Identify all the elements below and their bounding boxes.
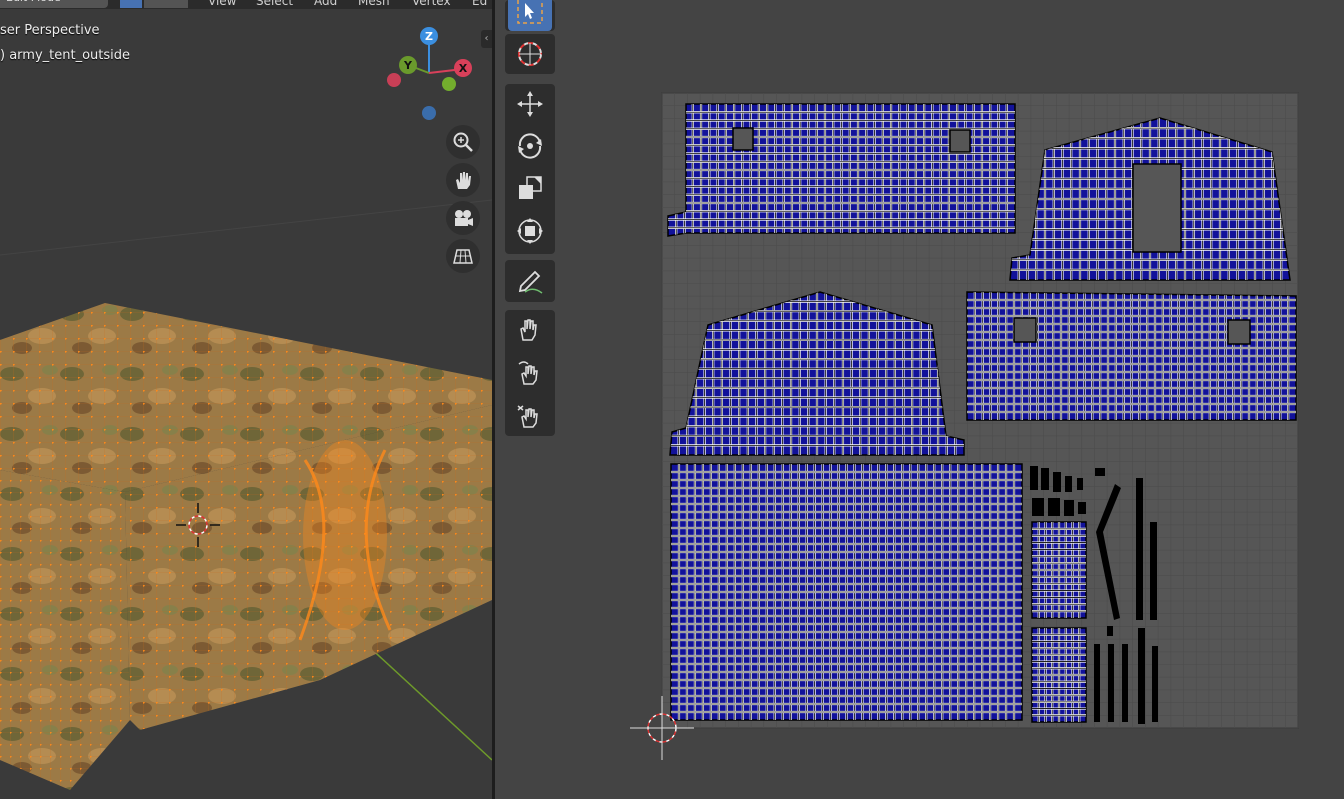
uv-canvas[interactable] [495,0,1344,799]
uv-strip[interactable] [1078,502,1086,514]
uv-strip[interactable] [1094,644,1100,722]
tent-mesh-scene[interactable]: Z Y X [0,0,492,799]
relax-icon[interactable] [505,353,555,393]
navigation-gizmo: Z Y X [387,27,472,120]
menu-view[interactable]: View [208,0,236,8]
uv-strip[interactable] [1152,646,1158,722]
uv-strip[interactable] [1136,478,1143,620]
viewport-header: Edit Mode View Select Add Mesh Vertex Ed [0,0,492,9]
uv-hole[interactable] [732,127,754,151]
uv-hole[interactable] [1227,319,1251,345]
uv-hole[interactable] [1013,317,1037,343]
edge-select-button[interactable] [144,0,166,8]
object-name-label: ) army_tent_outside [0,48,130,63]
uv-strip[interactable] [1053,472,1061,492]
grab-icon[interactable] [505,310,555,350]
uv-strip[interactable] [1077,478,1083,490]
3d-viewport[interactable]: Z Y X Edit Mode View Select Add Mesh Ver… [0,0,492,799]
menu-add[interactable]: Add [314,0,337,8]
zoom-icon[interactable] [446,125,480,159]
transform-icon[interactable] [505,211,555,251]
uv-strip[interactable] [1122,644,1128,722]
uv-editor[interactable] [495,0,1344,799]
uv-strip[interactable] [1150,522,1157,620]
uv-strip[interactable] [1095,468,1105,476]
menu-edge[interactable]: Ed [472,0,487,8]
uv-strip[interactable] [1138,628,1145,724]
rotate-icon[interactable] [505,126,555,166]
annotate-icon[interactable] [505,261,555,301]
cursor-icon[interactable] [505,34,555,74]
gizmo-x-label: X [459,62,468,75]
uv-hole[interactable] [949,129,971,153]
chevron-left-icon[interactable]: ‹ [481,30,492,48]
uv-hole[interactable] [1132,163,1182,253]
door-dense-vertices [303,440,387,630]
menu-select[interactable]: Select [256,0,293,8]
uv-strip[interactable] [1041,468,1049,490]
perspective-label: ser Perspective [0,23,100,38]
uv-strip[interactable] [1030,466,1038,490]
move-icon[interactable] [505,84,555,124]
uv-strip[interactable] [1107,626,1113,636]
uv-strip[interactable] [1064,500,1074,516]
gizmo-y-label: Y [403,59,413,72]
hand-pan-icon[interactable] [446,163,480,197]
uv-strip[interactable] [1065,476,1072,492]
select-box-icon[interactable] [508,0,552,31]
face-select-button[interactable] [166,0,188,8]
floor-grid-line [0,199,492,256]
gizmo-z-label: Z [425,30,433,43]
uv-strip[interactable] [1032,498,1044,516]
scale-icon[interactable] [505,168,555,208]
uv-strip[interactable] [1108,644,1114,722]
menu-vertex[interactable]: Vertex [412,0,451,8]
uv-strip[interactable] [1048,498,1060,516]
pinch-icon[interactable] [505,396,555,436]
menu-mesh[interactable]: Mesh [358,0,390,8]
camera-icon[interactable] [446,201,480,235]
vertex-select-button[interactable] [120,0,142,8]
grid-ortho-icon[interactable] [446,239,480,273]
mode-dropdown[interactable]: Edit Mode [0,0,108,8]
